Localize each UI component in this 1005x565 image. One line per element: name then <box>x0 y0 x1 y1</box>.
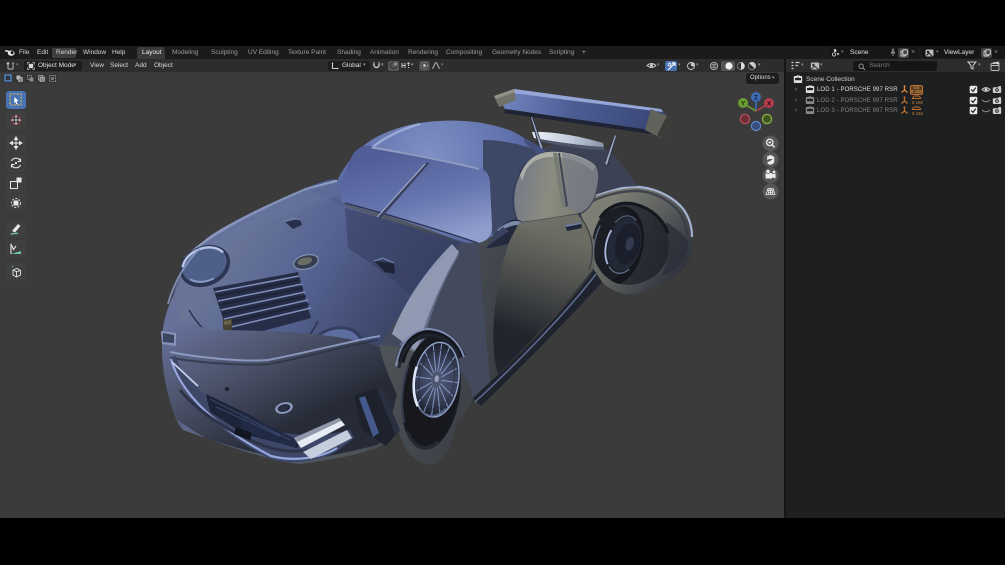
svg-text:6 182: 6 182 <box>911 89 922 94</box>
svg-text:6 182: 6 182 <box>912 100 924 105</box>
svg-text:6 182: 6 182 <box>912 111 924 116</box>
